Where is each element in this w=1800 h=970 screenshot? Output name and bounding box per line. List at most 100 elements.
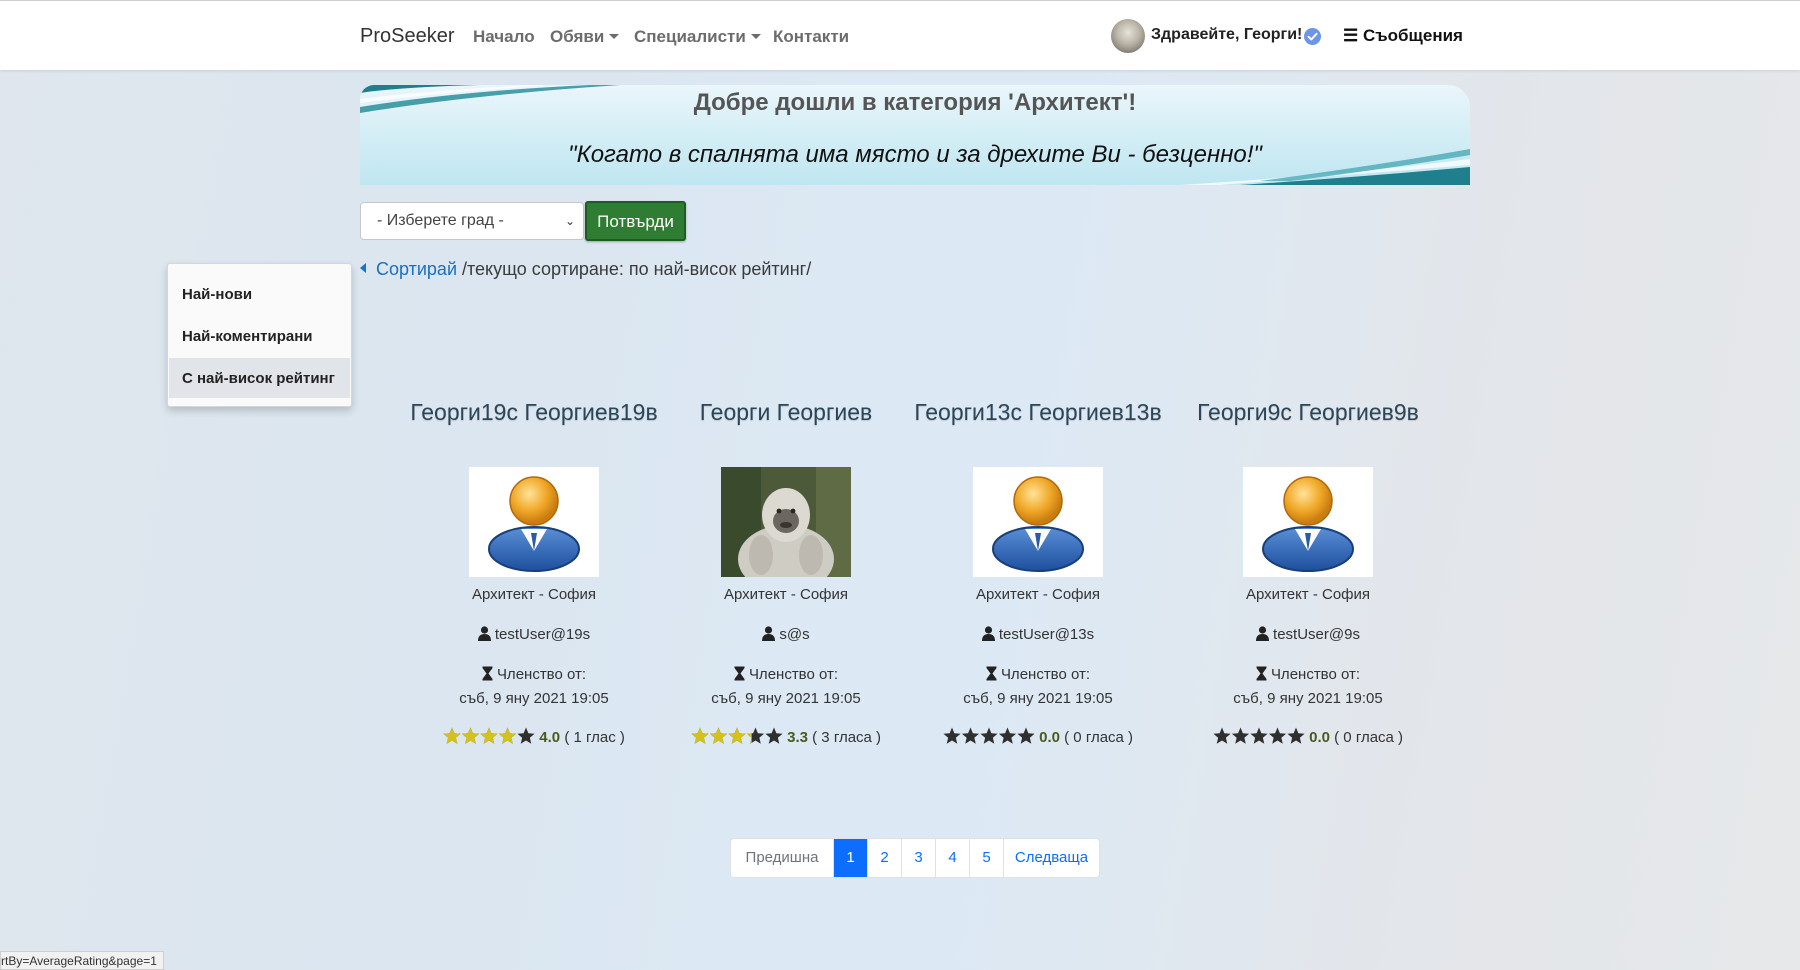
rating-value: 4.0 — [539, 729, 561, 746]
user-icon — [1256, 626, 1270, 641]
pagination-page-5[interactable]: 5 — [969, 839, 1003, 877]
nav-link-specialists-label: Специалисти — [634, 27, 746, 46]
nav-link-ads[interactable]: Обяви — [550, 27, 620, 47]
pagination-next[interactable]: Следваща — [1003, 839, 1099, 877]
specialist-card[interactable]: Георги13с Георгиев13в Архитект - София tes… — [913, 399, 1163, 759]
pagination-prev[interactable]: Предишна — [731, 839, 833, 877]
default-user-icon — [1262, 476, 1354, 572]
sort-row: Сортирай /текущо сортиране: по най-висок… — [360, 259, 811, 280]
specialist-card[interactable]: Георги19с Георгиев19в Архитект - София tes… — [409, 399, 659, 759]
rating-row: 3.3 ( 3 гласа ) — [661, 727, 911, 746]
user-greeting[interactable]: Здравейте, Георги! — [1151, 26, 1302, 44]
chevron-down-icon — [609, 34, 620, 39]
specialist-username-row: testUser@9s — [1183, 626, 1433, 643]
nav-link-ads-label: Обяви — [550, 27, 605, 46]
user-icon — [981, 626, 995, 641]
specialist-avatar[interactable] — [973, 467, 1103, 577]
specialist-name[interactable]: Георги Георгиев — [661, 399, 911, 426]
navbar: ProSeeker Начало Обяви Специалисти Конта… — [0, 0, 1800, 70]
sort-toggle-link[interactable]: Сортирай — [376, 259, 457, 279]
hourglass-icon — [986, 666, 997, 681]
rating-row: 0.0 ( 0 гласа ) — [913, 727, 1163, 746]
pagination-page-1[interactable]: 1 — [833, 839, 867, 877]
nav-link-specialists[interactable]: Специалисти — [634, 27, 761, 47]
nav-link-contacts[interactable]: Контакти — [773, 27, 849, 47]
specialist-card[interactable]: Георги9с Георгиев9в Архитект - София testU… — [1183, 399, 1433, 759]
chevron-down-icon — [750, 34, 761, 39]
star-rating-icon — [1213, 727, 1305, 744]
specialist-username: testUser@9s — [1273, 626, 1360, 643]
verified-check-icon — [1304, 28, 1321, 45]
city-select[interactable]: - Изберете град - ⌄ — [360, 202, 584, 240]
specialist-category: Архитект - София — [975, 586, 1101, 603]
user-icon — [477, 626, 491, 641]
member-since-date: съб, 9 яну 2021 19:05 — [963, 690, 1113, 707]
member-since-date: съб, 9 яну 2021 19:05 — [459, 690, 609, 707]
specialist-category: Архитект - София — [471, 586, 597, 603]
rating-votes: ( 1 глас ) — [564, 729, 625, 746]
category-title: Добре дошли в категория 'Архитект'! — [693, 89, 1137, 116]
sort-option-newest[interactable]: Най-нови — [182, 286, 252, 303]
specialist-username: s@s — [779, 626, 810, 643]
current-sort-label: /текущо сортиране: по най-висок рейтинг/ — [457, 259, 812, 279]
pagination-page-2[interactable]: 2 — [867, 839, 901, 877]
hourglass-icon — [482, 666, 493, 681]
caret-left-icon — [360, 263, 366, 273]
member-since-label-row: Членство от: — [661, 666, 911, 683]
member-since-date: съб, 9 яну 2021 19:05 — [1233, 690, 1383, 707]
messages-link[interactable]: ☰ Съобщения — [1343, 26, 1463, 46]
hourglass-icon — [734, 666, 745, 681]
user-avatar[interactable] — [1111, 19, 1145, 53]
category-quote: "Когато в спалнята има място и за дрехит… — [568, 141, 1262, 168]
member-since-label-row: Членство от: — [913, 666, 1163, 683]
pagination-page-3[interactable]: 3 — [901, 839, 935, 877]
user-icon — [762, 626, 776, 641]
specialist-category: Архитект - София — [1245, 586, 1371, 603]
specialist-username: testUser@13s — [998, 626, 1095, 643]
specialist-username-row: s@s — [661, 626, 911, 643]
rating-votes: ( 0 гласа ) — [1334, 729, 1404, 746]
rating-row: 4.0 ( 1 глас ) — [409, 727, 659, 746]
star-rating-icon — [691, 727, 783, 744]
browser-status-url: rtBy=AverageRating&page=1 — [0, 951, 164, 970]
member-since-date: съб, 9 яну 2021 19:05 — [711, 690, 861, 707]
specialist-name[interactable]: Георги13с Георгиев13в — [913, 399, 1163, 426]
member-since-label: Членство от: — [1270, 666, 1361, 683]
specialist-avatar[interactable] — [469, 467, 599, 577]
brand-logo[interactable]: ProSeeker — [360, 25, 455, 48]
rating-votes: ( 0 гласа ) — [1064, 729, 1134, 746]
category-banner: Добре дошли в категория 'Архитект'! "Ког… — [360, 85, 1470, 185]
rating-value: 3.3 — [787, 729, 808, 746]
specialist-name[interactable]: Георги9с Георгиев9в — [1183, 399, 1433, 426]
chevron-down-icon: ⌄ — [564, 214, 575, 228]
specialist-username-row: testUser@13s — [913, 626, 1163, 643]
city-select-value: - Изберете град - — [377, 212, 504, 229]
specialist-card[interactable]: Георги Георгиев Архитект - София s@s Членст… — [661, 399, 911, 759]
rating-value: 0.0 — [1039, 729, 1060, 746]
member-since-label: Членство от: — [496, 666, 587, 683]
specialist-avatar[interactable] — [1243, 467, 1373, 577]
rating-value: 0.0 — [1309, 729, 1330, 746]
pagination: Предишна 1 2 3 4 5 Следваща — [730, 838, 1100, 878]
specialist-username-row: testUser@19s — [409, 626, 659, 643]
confirm-button[interactable]: Потвърди — [585, 201, 686, 241]
pagination-page-4[interactable]: 4 — [935, 839, 969, 877]
member-since-label: Членство от: — [1000, 666, 1091, 683]
hourglass-icon — [1256, 666, 1267, 681]
rating-row: 0.0 ( 0 гласа ) — [1183, 727, 1433, 746]
rating-votes: ( 3 гласа ) — [812, 729, 882, 746]
specialist-name[interactable]: Георги19с Георгиев19в — [409, 399, 659, 426]
sort-dropdown-menu: Най-нови Най-коментирани С най-висок рей… — [167, 263, 352, 407]
sort-option-highest-rating[interactable]: С най-висок рейтинг — [182, 370, 335, 387]
member-since-label-row: Членство от: — [1183, 666, 1433, 683]
nav-link-home[interactable]: Начало — [473, 27, 535, 47]
star-rating-icon — [943, 727, 1035, 744]
sort-option-most-commented[interactable]: Най-коментирани — [182, 328, 313, 345]
specialist-username: testUser@19s — [494, 626, 591, 643]
member-since-label: Членство от: — [748, 666, 839, 683]
specialist-avatar[interactable] — [721, 467, 851, 577]
specialist-category: Архитект - София — [723, 586, 849, 603]
default-user-icon — [992, 476, 1084, 572]
gorilla-photo — [721, 467, 851, 577]
star-rating-icon — [443, 727, 535, 744]
